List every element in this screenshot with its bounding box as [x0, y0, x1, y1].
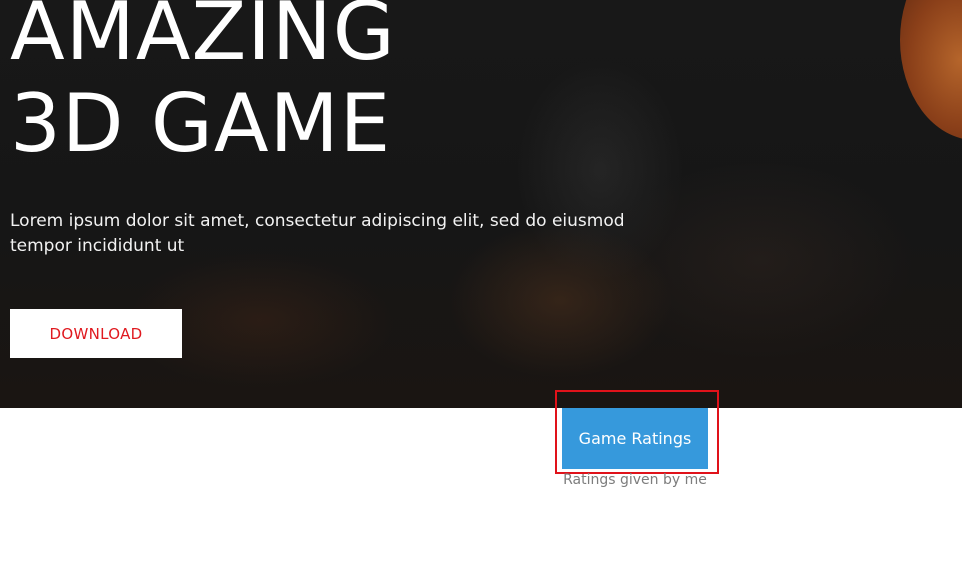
hero-banner: AMAZING 3D GAME Lorem ipsum dolor sit am…: [0, 0, 962, 408]
hero-artwork: [900, 0, 962, 140]
game-ratings-button[interactable]: Game Ratings: [562, 408, 708, 469]
hero-title-line-2: 3D GAME: [10, 77, 392, 170]
hero-title: AMAZING 3D GAME: [10, 0, 396, 170]
ratings-caption: Ratings given by me: [563, 472, 707, 488]
hero-description: Lorem ipsum dolor sit amet, consectetur …: [10, 211, 625, 256]
hero-title-line-1: AMAZING: [10, 0, 396, 78]
page: AMAZING 3D GAME Lorem ipsum dolor sit am…: [0, 0, 962, 575]
download-button[interactable]: DOWNLOAD: [10, 309, 182, 358]
